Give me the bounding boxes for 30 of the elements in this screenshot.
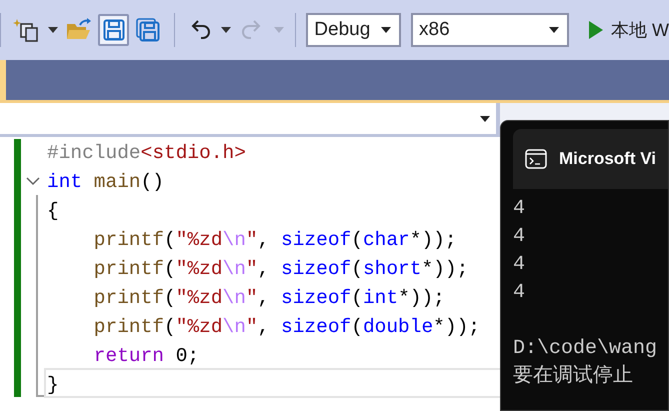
code-line: printf("%zd\n", sizeof(double*));: [92, 315, 480, 340]
new-project-icon: [13, 17, 40, 43]
fold-toggle-icon[interactable]: [26, 177, 40, 186]
console-line: 要在调试停止: [512, 364, 634, 390]
caret-icon: [549, 27, 560, 33]
code-line: printf("%zd\n", sizeof(int*));: [92, 286, 445, 311]
caret-icon: [480, 116, 490, 122]
code-line: return 0;: [92, 344, 200, 369]
save-icon: [102, 19, 125, 41]
play-icon[interactable]: [589, 21, 604, 39]
code-line: #include<stdio.h>: [47, 141, 246, 166]
caret-icon: [381, 27, 391, 33]
console-line: 4: [512, 280, 526, 306]
console-title: Microsoft Vi: [559, 148, 656, 170]
code-line: }: [47, 373, 59, 398]
run-button[interactable]: 本地 W: [611, 16, 669, 44]
console-line: D:\code\wang: [512, 336, 658, 362]
configuration-dropdown[interactable]: Debug: [306, 13, 401, 47]
code-line: printf("%zd\n", sizeof(char*));: [92, 228, 457, 253]
save-all-icon: [136, 18, 160, 42]
open-folder-icon: [66, 18, 92, 42]
console-line: 4: [512, 196, 526, 222]
platform-dropdown[interactable]: x86: [411, 13, 570, 47]
save-button[interactable]: [98, 14, 129, 46]
console-icon: [525, 149, 547, 169]
console-line: 4: [512, 224, 526, 250]
code-line: printf("%zd\n", sizeof(short*));: [92, 257, 468, 282]
console-line: 4: [512, 252, 526, 278]
code-line: {: [47, 199, 59, 224]
code-line: int main(): [47, 170, 164, 195]
